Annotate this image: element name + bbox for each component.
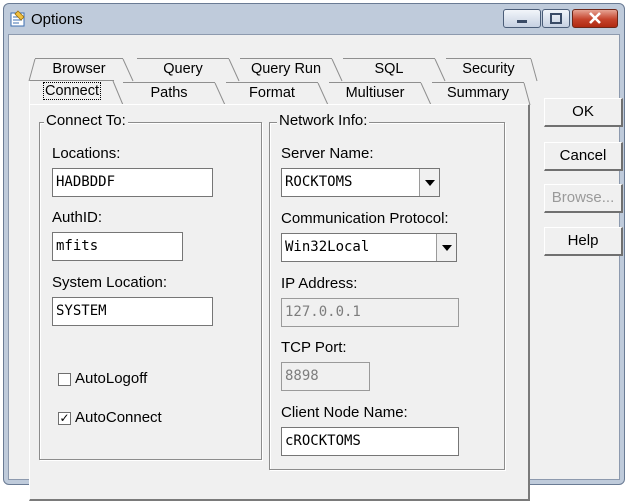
options-app-icon — [10, 10, 25, 27]
server-name-value: ROCKTOMS — [285, 174, 353, 190]
close-button[interactable] — [572, 9, 618, 28]
autologoff-checkbox[interactable] — [58, 373, 71, 386]
locations-field[interactable]: HADBDDF — [52, 168, 213, 197]
chevron-down-icon[interactable] — [419, 169, 439, 196]
network-info-legend: Network Info: — [277, 112, 370, 129]
protocol-value: Win32Local — [285, 239, 370, 255]
connect-tab-panel: Connect To: Locations: HADBDDF AuthID: m… — [29, 104, 530, 501]
ip-address-field: 127.0.0.1 — [281, 298, 459, 327]
autoconnect-checkbox[interactable]: ✓ — [58, 412, 71, 425]
minimize-icon — [517, 20, 527, 23]
close-icon — [589, 12, 601, 24]
protocol-combobox[interactable]: Win32Local — [281, 233, 457, 262]
minimize-button[interactable] — [503, 9, 541, 28]
help-button[interactable]: Help — [544, 227, 623, 256]
client-node-field[interactable]: cROCKTOMS — [281, 427, 459, 456]
locations-label: Locations: — [52, 145, 121, 162]
chevron-down-icon[interactable] — [436, 234, 456, 261]
server-name-label: Server Name: — [281, 145, 374, 162]
system-location-label: System Location: — [52, 274, 168, 291]
options-window: Options Browser Query Query Run SQL Secu… — [3, 3, 625, 501]
protocol-label: Communication Protocol: — [281, 210, 449, 227]
window-title: Options — [31, 11, 83, 28]
maximize-icon — [550, 13, 562, 24]
tab-separators — [28, 58, 538, 106]
connect-to-legend: Connect To: — [44, 112, 128, 129]
authid-label: AuthID: — [52, 209, 103, 226]
authid-field[interactable]: mfits — [52, 232, 183, 261]
autologoff-label[interactable]: AutoLogoff — [75, 370, 147, 387]
browse-button: Browse... — [544, 184, 623, 213]
cancel-button[interactable]: Cancel — [544, 142, 623, 171]
system-location-field[interactable]: SYSTEM — [52, 297, 213, 326]
title-bar[interactable]: Options — [4, 4, 624, 34]
maximize-button[interactable] — [542, 9, 570, 28]
tcp-port-field: 8898 — [281, 362, 370, 391]
client-node-label: Client Node Name: — [281, 404, 408, 421]
ip-address-label: IP Address: — [281, 275, 358, 292]
dialog-client-area: Browser Query Query Run SQL Security Con… — [8, 34, 623, 501]
server-name-combobox[interactable]: ROCKTOMS — [281, 168, 440, 197]
autoconnect-label[interactable]: AutoConnect — [75, 409, 162, 426]
tcp-port-label: TCP Port: — [281, 339, 347, 356]
ok-button[interactable]: OK — [544, 98, 623, 127]
check-mark-icon: ✓ — [59, 411, 70, 425]
